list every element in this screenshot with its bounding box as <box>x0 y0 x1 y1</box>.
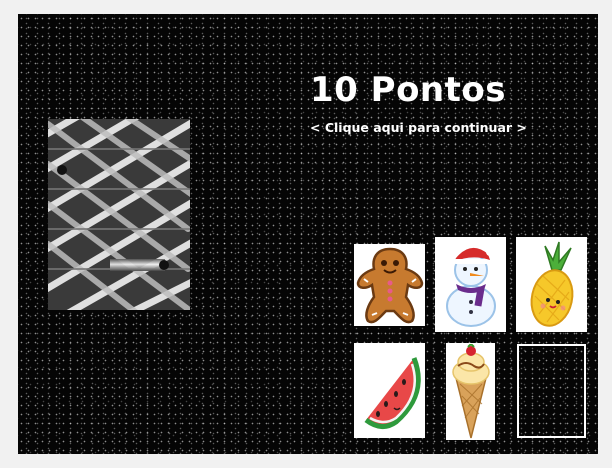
snowman-icon <box>445 247 496 327</box>
empty-card-slot[interactable] <box>517 344 586 438</box>
card-watermelon[interactable] <box>354 343 425 438</box>
card-ice-cream[interactable] <box>446 343 495 440</box>
gingerbread-man-icon <box>356 247 423 324</box>
pineapple-icon <box>530 241 573 327</box>
watermelon-icon <box>364 356 421 429</box>
card-gingerbread-man[interactable] <box>354 244 425 326</box>
puzzle-image <box>48 119 190 310</box>
continue-link[interactable]: < Clique aqui para continuar > <box>310 120 527 135</box>
score-text: 10 Pontos <box>310 70 506 110</box>
ice-cream-icon <box>451 344 490 439</box>
game-stage: 10 Pontos < Clique aqui para continuar > <box>18 14 598 454</box>
card-pineapple[interactable] <box>516 237 587 332</box>
card-snowman[interactable] <box>435 237 506 332</box>
